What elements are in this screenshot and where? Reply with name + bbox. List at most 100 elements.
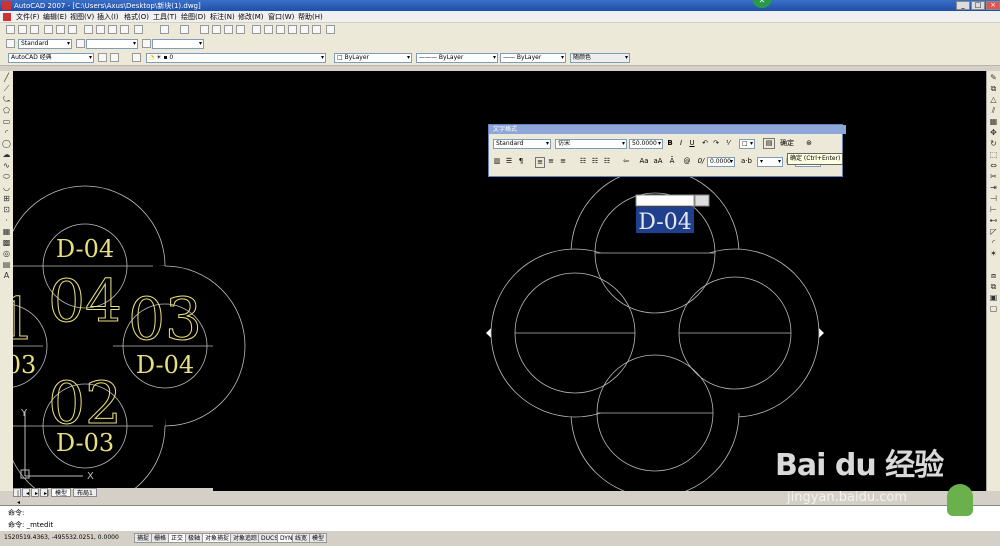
italic-button[interactable]: I <box>677 139 685 148</box>
menu-help[interactable]: 帮助(H) <box>298 12 323 22</box>
cut-icon[interactable] <box>84 25 93 34</box>
break-icon[interactable]: ⊢ <box>989 205 998 214</box>
fillet-icon[interactable]: ◜ <box>989 238 998 247</box>
match-properties-icon[interactable] <box>120 25 129 34</box>
align-center-icon[interactable]: ≡ <box>547 157 555 166</box>
otrack-toggle[interactable]: 对象追踪 <box>230 533 261 543</box>
layer-isolate-icon[interactable]: ▣ <box>989 293 998 302</box>
spline-icon[interactable]: ∿ <box>2 161 11 170</box>
menu-tools[interactable]: 工具(T) <box>153 12 177 22</box>
plotstyle-combo[interactable]: 随颜色 <box>570 53 630 63</box>
break-point-icon[interactable]: ⊣ <box>989 194 998 203</box>
bullets-icon[interactable]: ☷ <box>591 157 599 166</box>
ortho-toggle[interactable]: 正交 <box>168 533 187 543</box>
columns-icon[interactable]: ▥ <box>493 157 501 166</box>
hatch-icon[interactable]: ▦ <box>2 227 11 236</box>
mtext-icon[interactable]: A <box>2 271 11 280</box>
trim-icon[interactable]: ✂ <box>989 172 998 181</box>
text-style-combo[interactable]: Standard <box>18 39 72 49</box>
ok-button[interactable]: 确定 <box>778 139 796 148</box>
tab-layout1[interactable]: 布局1 <box>73 488 97 497</box>
workspace-save-icon[interactable] <box>110 53 119 62</box>
join-icon[interactable]: ⊷ <box>989 216 998 225</box>
maximize-button[interactable]: □ <box>971 1 985 10</box>
undo-text-icon[interactable]: ↶ <box>701 139 709 148</box>
help-icon[interactable] <box>326 25 335 34</box>
lineweight-combo[interactable]: —— ByLayer <box>500 53 566 63</box>
line-icon[interactable]: ╱ <box>2 73 11 82</box>
point-icon[interactable]: · <box>2 216 11 225</box>
erase-icon[interactable]: ✎ <box>989 73 998 82</box>
text-style-icon[interactable] <box>6 39 15 48</box>
ruler-icon[interactable]: ▤ <box>763 138 775 149</box>
snap-toggle[interactable]: 捕捉 <box>134 533 153 543</box>
align-right-icon[interactable]: ≡ <box>559 157 567 166</box>
save-icon[interactable] <box>30 25 39 34</box>
copy-object-icon[interactable]: ⧉ <box>989 84 998 93</box>
circle-icon[interactable]: ◯ <box>2 139 11 148</box>
tool-palettes-icon[interactable] <box>276 25 285 34</box>
mtext-ruler-resize[interactable] <box>694 194 710 207</box>
overline-icon[interactable]: Ā <box>667 157 677 166</box>
undo-icon[interactable] <box>160 25 169 34</box>
table-style-icon[interactable] <box>142 39 151 48</box>
menu-draw[interactable]: 绘图(D) <box>181 12 206 22</box>
lineweight-toggle[interactable]: 线宽 <box>292 533 311 543</box>
tab-nav-next-icon[interactable]: ▸ <box>31 488 39 497</box>
offset-icon[interactable]: ⫽ <box>989 106 998 115</box>
table-icon[interactable]: ▤ <box>2 260 11 269</box>
bold-button[interactable]: B <box>666 139 674 148</box>
extend-icon[interactable]: ⇥ <box>989 183 998 192</box>
polyline-icon[interactable]: ⤿ <box>2 95 11 104</box>
zoom-previous-icon[interactable] <box>236 25 245 34</box>
align-left-icon[interactable]: ≡ <box>535 157 545 168</box>
open-icon[interactable] <box>18 25 27 34</box>
region-icon[interactable]: ◎ <box>2 249 11 258</box>
menu-modify[interactable]: 修改(M) <box>238 12 264 22</box>
make-block-icon[interactable]: ⊡ <box>2 205 11 214</box>
mtext-justify-icon[interactable]: ☰ <box>505 157 513 166</box>
workspace-combo[interactable]: AutoCAD 经典 <box>8 53 94 63</box>
tab-nav-prev-icon[interactable]: ◂ <box>22 488 30 497</box>
draworder-icon[interactable]: ⧈ <box>989 271 998 280</box>
menu-window[interactable]: 窗口(W) <box>268 12 294 22</box>
zoom-window-icon[interactable] <box>224 25 233 34</box>
linetype-combo[interactable]: ——— ByLayer <box>416 53 498 63</box>
redo-icon[interactable] <box>180 25 189 34</box>
symbol-icon[interactable]: @ <box>683 157 691 166</box>
tab-model[interactable]: 模型 <box>51 488 72 497</box>
scale-icon[interactable]: ⬚ <box>989 150 998 159</box>
preview-icon[interactable] <box>56 25 65 34</box>
print-icon[interactable] <box>44 25 53 34</box>
new-icon[interactable] <box>6 25 15 34</box>
mirror-icon[interactable]: △ <box>989 95 998 104</box>
gradient-icon[interactable]: ▩ <box>2 238 11 247</box>
ellipse-arc-icon[interactable]: ◡ <box>2 183 11 192</box>
rotate-icon[interactable]: ↻ <box>989 139 998 148</box>
underline-button[interactable]: U <box>688 139 696 148</box>
options-icon[interactable]: ⊛ <box>805 139 813 148</box>
layer-previous-icon[interactable]: ⧉ <box>989 282 998 291</box>
brush-icon[interactable] <box>134 25 143 34</box>
minimize-button[interactable]: _ <box>956 1 970 10</box>
insert-block-icon[interactable]: ⊞ <box>2 194 11 203</box>
design-center-icon[interactable] <box>264 25 273 34</box>
layer-manager-icon[interactable] <box>132 53 141 62</box>
properties-icon[interactable] <box>252 25 261 34</box>
command-input-line[interactable]: 命令: _mtedit <box>8 520 53 530</box>
rectangle-icon[interactable]: ▭ <box>2 117 11 126</box>
text-color-combo[interactable]: □ <box>739 139 755 149</box>
workspace-settings-icon[interactable] <box>98 53 107 62</box>
oblique-icon[interactable]: 0/ <box>697 157 705 166</box>
stretch-icon[interactable]: ⇔ <box>989 161 998 170</box>
close-button[interactable]: × <box>986 1 1000 10</box>
menu-insert[interactable]: 插入(I) <box>97 12 119 22</box>
grid-toggle[interactable]: 栅格 <box>151 533 170 543</box>
dim-style-combo[interactable] <box>86 39 138 49</box>
font-combo[interactable]: 仿宋 <box>555 139 627 149</box>
uppercase-icon[interactable]: ☷ <box>603 157 611 166</box>
tracking-icon[interactable]: a·b <box>741 157 752 166</box>
redo-text-icon[interactable]: ↷ <box>712 139 720 148</box>
dim-style-icon[interactable] <box>76 39 85 48</box>
menu-view[interactable]: 视图(V) <box>70 12 94 22</box>
